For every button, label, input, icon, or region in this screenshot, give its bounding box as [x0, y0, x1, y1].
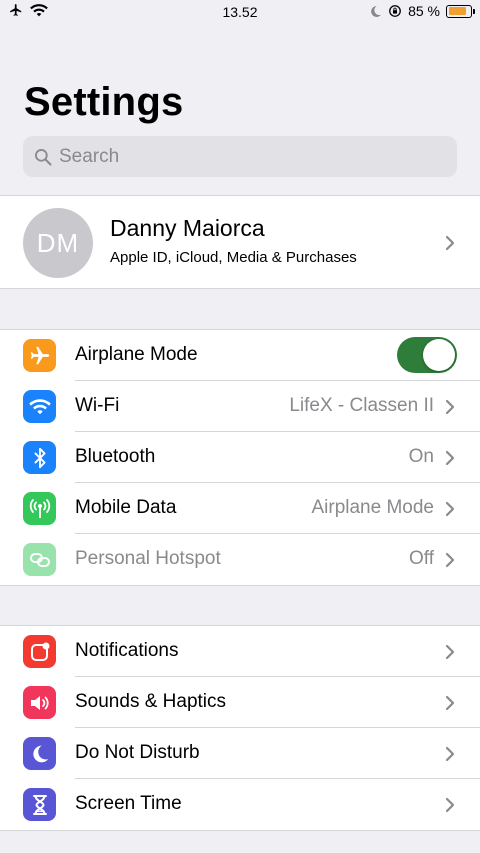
avatar: DM: [23, 208, 93, 278]
screen-time-row[interactable]: Screen Time: [0, 779, 480, 830]
airplane-mode-label: Airplane Mode: [75, 344, 198, 365]
profile-name: Danny Maiorca: [110, 215, 265, 241]
battery-icon: [446, 4, 475, 18]
connectivity-group: Airplane Mode Wi-Fi LifeX - Classen II B…: [0, 329, 480, 586]
chevron-right-icon: [445, 644, 455, 660]
search-input[interactable]: Search: [23, 136, 457, 177]
airplane-mode-row: Airplane Mode: [0, 330, 480, 381]
mobile-data-value: Airplane Mode: [311, 497, 434, 518]
battery-percent: 85 %: [408, 3, 440, 19]
do-not-disturb-row[interactable]: Do Not Disturb: [0, 728, 480, 779]
apple-id-profile[interactable]: DM Danny Maiorca Apple ID, iCloud, Media…: [0, 195, 480, 289]
chevron-right-icon: [445, 501, 455, 517]
personal-hotspot-label: Personal Hotspot: [75, 548, 221, 569]
notifications-row[interactable]: Notifications: [0, 626, 480, 677]
chevron-right-icon: [445, 399, 455, 415]
wifi-row[interactable]: Wi-Fi LifeX - Classen II: [0, 381, 480, 432]
bluetooth-value: On: [408, 446, 434, 467]
orientation-lock-icon: [388, 4, 402, 18]
airplane-mode-toggle[interactable]: [397, 337, 457, 373]
do-not-disturb-label: Do Not Disturb: [75, 742, 200, 763]
airplane-icon: [23, 339, 56, 372]
screen-time-label: Screen Time: [75, 793, 182, 814]
hourglass-icon: [23, 788, 56, 821]
profile-subtitle: Apple ID, iCloud, Media & Purchases: [110, 249, 357, 266]
search-placeholder: Search: [59, 145, 120, 167]
notifications-label: Notifications: [75, 640, 179, 661]
general-group: Notifications Sounds & Haptics Do Not Di…: [0, 625, 480, 831]
wifi-icon: [23, 390, 56, 423]
mobile-data-label: Mobile Data: [75, 497, 177, 518]
antenna-icon: [23, 492, 56, 525]
status-bar: 13.52 85 %: [0, 0, 480, 24]
personal-hotspot-value: Off: [409, 548, 434, 569]
chevron-right-icon: [445, 695, 455, 711]
sounds-haptics-row[interactable]: Sounds & Haptics: [0, 677, 480, 728]
chevron-right-icon: [445, 746, 455, 762]
bluetooth-icon: [23, 441, 56, 474]
chevron-right-icon: [445, 797, 455, 813]
search-icon: [33, 147, 53, 167]
bluetooth-label: Bluetooth: [75, 446, 156, 467]
moon-icon: [23, 737, 56, 770]
speaker-icon: [23, 686, 56, 719]
notifications-icon: [23, 635, 56, 668]
hotspot-icon: [23, 543, 56, 576]
chevron-right-icon: [445, 552, 455, 568]
chevron-right-icon: [445, 235, 455, 251]
page-title: Settings: [24, 80, 184, 124]
sounds-haptics-label: Sounds & Haptics: [75, 691, 227, 712]
wifi-label: Wi-Fi: [75, 395, 120, 416]
moon-icon: [369, 5, 382, 18]
bluetooth-row[interactable]: Bluetooth On: [0, 432, 480, 483]
wifi-value: LifeX - Classen II: [289, 395, 434, 416]
chevron-right-icon: [445, 450, 455, 466]
personal-hotspot-row[interactable]: Personal Hotspot Off: [0, 534, 480, 585]
mobile-data-row[interactable]: Mobile Data Airplane Mode: [0, 483, 480, 534]
